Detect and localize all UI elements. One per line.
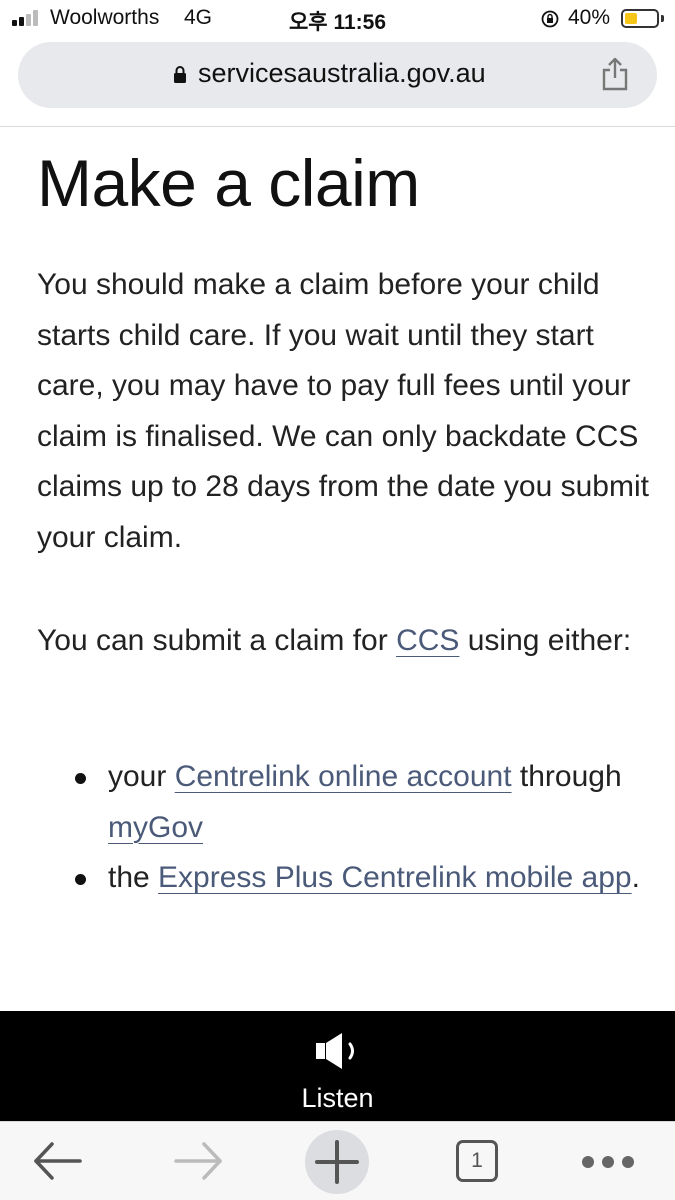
list-item: your Centrelink online account through m… xyxy=(37,752,652,853)
status-bar: Woolworths 4G 오후 11:56 40% xyxy=(0,0,675,38)
more-icon[interactable] xyxy=(578,1152,634,1172)
express-plus-app-link[interactable]: Express Plus Centrelink mobile app xyxy=(158,861,632,894)
lock-icon xyxy=(174,66,186,83)
claim-methods-list: your Centrelink online account through m… xyxy=(37,752,652,904)
bullet-icon xyxy=(75,773,86,784)
new-tab-button[interactable] xyxy=(305,1130,369,1194)
tabs-button[interactable]: 1 xyxy=(456,1140,498,1182)
battery-icon xyxy=(621,9,659,28)
battery-level xyxy=(625,13,637,24)
header-divider xyxy=(0,126,675,127)
listen-button[interactable]: Listen xyxy=(0,1011,675,1121)
intro-paragraph: You should make a claim before your chil… xyxy=(37,268,649,554)
list-item-text-after: . xyxy=(631,861,640,894)
page-title: Make a claim xyxy=(37,146,420,220)
list-item-text-before: your xyxy=(108,760,175,793)
browser-toolbar: 1 xyxy=(0,1121,675,1200)
forward-arrow-icon[interactable] xyxy=(170,1122,226,1200)
main-content: Make a claim xyxy=(37,140,647,226)
back-arrow-icon[interactable] xyxy=(30,1122,86,1200)
centrelink-online-account-link[interactable]: Centrelink online account xyxy=(175,760,512,793)
ccs-link[interactable]: CCS xyxy=(396,624,459,657)
list-item-text-middle: through xyxy=(511,760,622,793)
list-item-text-before: the xyxy=(108,861,159,894)
list-item: the Express Plus Centrelink mobile app. xyxy=(37,853,652,904)
submit-text-after: using either: xyxy=(459,624,632,657)
share-icon[interactable] xyxy=(600,56,630,92)
battery-tip xyxy=(661,15,664,22)
listen-label: Listen xyxy=(301,1083,374,1113)
battery-percent: 40% xyxy=(568,6,611,29)
plus-icon xyxy=(315,1140,359,1184)
submit-text-before: You can submit a claim for xyxy=(37,624,397,657)
tab-count: 1 xyxy=(471,1149,483,1172)
url-text[interactable]: servicesaustralia.gov.au xyxy=(198,58,486,89)
submit-paragraph: You can submit a claim for CCS using eit… xyxy=(37,616,652,667)
rotation-lock-icon xyxy=(541,10,559,28)
mygov-link[interactable]: myGov xyxy=(108,811,203,844)
address-bar[interactable]: servicesaustralia.gov.au xyxy=(18,42,657,108)
speaker-icon xyxy=(316,1033,354,1069)
bullet-icon xyxy=(75,874,86,885)
